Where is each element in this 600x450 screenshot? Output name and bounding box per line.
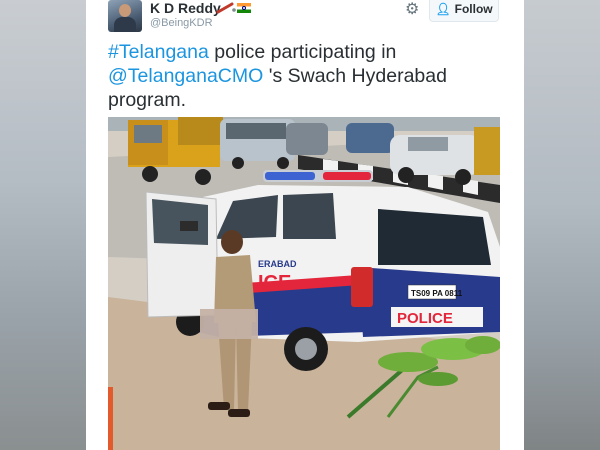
tweet-text-part2: 's Swach Hyderabad [263,65,447,87]
tweet-card: K D Reddy @BeingKDR ⚙ 👤︎ Follow #Telanga… [86,0,524,450]
tweet-text-part1: police participating in [208,41,397,63]
tweet-text: #Telangana police participating in @Tela… [108,40,518,112]
open-car-door [145,191,219,318]
blue-car [346,123,394,153]
author-handle[interactable]: @BeingKDR [150,17,213,29]
grey-car [286,123,328,155]
india-flag-icon [237,3,251,13]
yellow-auto [474,127,500,175]
background-right [524,0,600,450]
photo-scene: ERABAD ICE TS09 PA 0811 POLICE [108,117,500,450]
follow-button[interactable]: 👤︎ Follow [429,0,499,22]
add-user-icon: 👤︎ [435,2,451,16]
rear-police-label: POLICE [397,310,453,327]
tweet-text-part3: program. [108,89,187,111]
mention-link[interactable]: @TelanganaCMO [108,65,263,87]
author-name[interactable]: K D Reddy [150,0,221,16]
cricket-bat-icon [216,2,236,14]
hashtag-link[interactable]: #Telangana [108,41,209,63]
avatar[interactable] [108,0,142,32]
license-plate: TS09 PA 0811 [411,289,463,298]
orange-pole [108,387,113,450]
car-lettering-door: ICE [258,272,291,294]
car-lettering-left: ERABAD [258,259,297,269]
follow-label: Follow [454,2,493,16]
tweet-photo[interactable]: ERABAD ICE TS09 PA 0811 POLICE [108,117,500,450]
gear-icon[interactable]: ⚙ [405,2,419,18]
background-left [0,0,86,450]
